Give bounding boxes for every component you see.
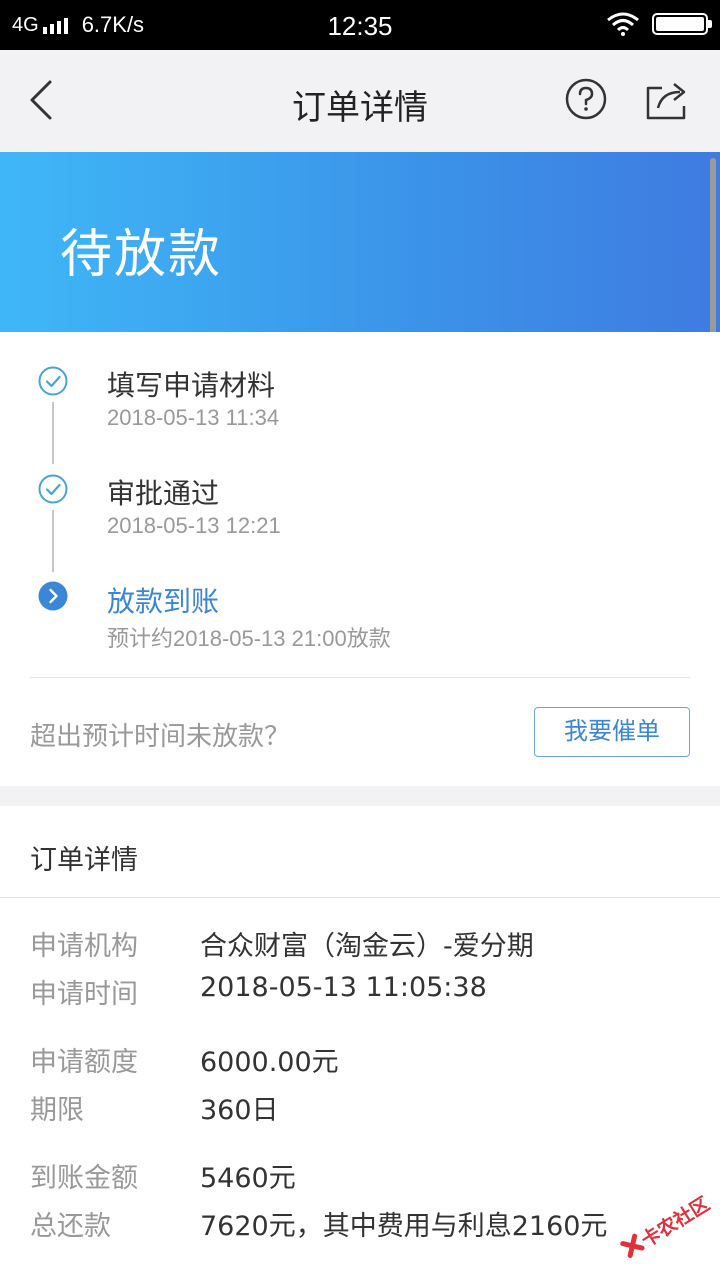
wifi-icon	[607, 12, 639, 36]
detail-value: 合众财富（淘金云）-爱分期	[200, 931, 534, 962]
urge-button[interactable]: 我要催单	[534, 707, 690, 757]
timeline-connector	[52, 402, 54, 464]
detail-label: 申请机构	[30, 931, 138, 962]
order-status: 待放款	[60, 225, 223, 285]
help-icon[interactable]	[565, 78, 607, 120]
status-right	[606, 12, 712, 36]
detail-value: 5460元	[200, 1163, 296, 1194]
nav-bar: 订单详情	[0, 50, 720, 153]
order-details: 订单详情 申请机构 合众财富（淘金云）-爱分期 申请时间 2018-05-13 …	[0, 806, 720, 1280]
detail-value: 6000.00元	[200, 1047, 339, 1078]
page-title: 订单详情	[292, 88, 428, 128]
step-title: 放款到账	[107, 585, 220, 618]
divider	[0, 897, 720, 898]
watermark-text: 卡农社区	[637, 1192, 714, 1252]
urge-question: 超出预计时间未放款？	[30, 722, 291, 752]
detail-value: 2018-05-13 11:05:38	[200, 972, 487, 1003]
step-title: 审批通过	[107, 477, 220, 510]
status-banner: 待放款	[0, 152, 720, 332]
check-circle-icon	[38, 366, 68, 396]
share-icon[interactable]	[644, 78, 692, 122]
detail-label: 期限	[30, 1095, 84, 1126]
divider	[30, 677, 690, 678]
timeline-connector	[52, 510, 54, 572]
detail-value: 7620元，其中费用与利息2160元	[200, 1211, 608, 1242]
details-title: 订单详情	[30, 845, 138, 876]
battery-icon	[652, 13, 712, 35]
detail-label: 申请额度	[30, 1047, 138, 1078]
detail-label: 总还款	[30, 1211, 111, 1242]
step-title: 填写申请材料	[107, 369, 276, 402]
detail-value: 360日	[200, 1095, 279, 1126]
step-time: 预计约2018-05-13 21:00放款	[107, 626, 391, 651]
watermark-logo: 卡农社区	[620, 1192, 714, 1258]
step-time: 2018-05-13 11:34	[107, 405, 280, 430]
section-gap	[0, 786, 720, 806]
progress-timeline: 填写申请材料 2018-05-13 11:34 审批通过 2018-05-13 …	[0, 332, 720, 786]
status-bar: 4G 6.7K/s 12:35	[0, 0, 720, 50]
step-time: 2018-05-13 12:21	[107, 513, 281, 538]
detail-label: 申请时间	[30, 979, 138, 1010]
detail-label: 到账金额	[30, 1163, 138, 1194]
check-circle-icon	[38, 474, 68, 504]
chevron-right-circle-icon	[38, 581, 68, 611]
